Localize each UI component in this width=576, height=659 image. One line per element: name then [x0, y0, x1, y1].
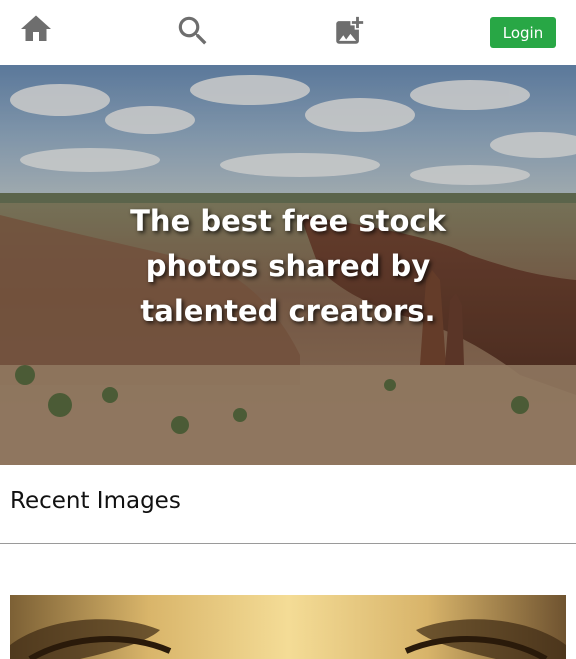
- add-photo-icon[interactable]: [332, 14, 366, 48]
- hero-banner: The best free stock photos shared by tal…: [0, 65, 576, 465]
- section-title: Recent Images: [10, 488, 181, 514]
- recent-images-section: Recent Images: [0, 465, 576, 544]
- login-button[interactable]: Login: [490, 17, 556, 48]
- home-icon[interactable]: [18, 11, 54, 47]
- search-icon[interactable]: [174, 12, 212, 50]
- recent-image-thumbnail[interactable]: [10, 595, 566, 659]
- top-navbar: Login: [0, 0, 576, 65]
- hero-headline: The best free stock photos shared by tal…: [130, 204, 446, 328]
